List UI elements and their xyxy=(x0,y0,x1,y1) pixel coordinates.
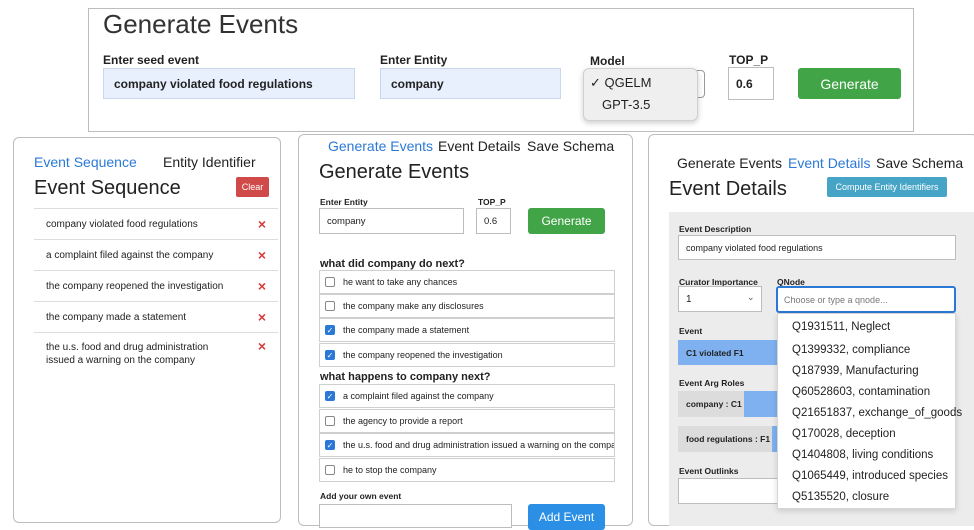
qnode-option[interactable]: Q1399332, compliance xyxy=(792,344,910,356)
model-dropdown: ✓ QGELM GPT-3.5 xyxy=(583,68,698,121)
list-item[interactable]: he want to take any chances xyxy=(319,270,615,294)
qnode-option[interactable]: Q1931511, Neglect xyxy=(792,321,890,333)
model-option-gpt35[interactable]: GPT-3.5 xyxy=(602,97,650,112)
x-icon[interactable]: × xyxy=(258,216,266,232)
x-icon[interactable]: × xyxy=(258,278,266,294)
tab-generate-events[interactable]: Generate Events xyxy=(328,138,433,154)
list-item[interactable]: the company make any disclosures xyxy=(319,294,615,318)
list-item[interactable]: ✓ the company reopened the investigation xyxy=(319,343,615,367)
next-list: he want to take any chances the company … xyxy=(319,270,615,368)
list-item[interactable]: the agency to provide a report xyxy=(319,409,615,433)
top-p-label: TOP_P xyxy=(729,53,769,67)
list-item: the u.s. food and drug administration is… xyxy=(34,332,278,376)
list-item: the company reopened the investigation × xyxy=(34,270,278,301)
checkbox-icon[interactable] xyxy=(325,277,335,287)
event-label: Event xyxy=(679,326,703,336)
tab-event-details[interactable]: Event Details xyxy=(438,138,520,154)
qnode-option[interactable]: Q1404808, living conditions xyxy=(792,449,933,461)
list-item[interactable]: ✓ the u.s. food and drug administration i… xyxy=(319,433,615,457)
event-sequence-list: company violated food regulations × a com… xyxy=(34,208,278,380)
event-value[interactable]: C1 violated F1 xyxy=(678,340,778,365)
generate-events-title: Generate Events xyxy=(319,161,470,183)
qnode-option[interactable]: Q5135520, closure xyxy=(792,491,889,503)
happens-list: ✓ a complaint filed against the company t… xyxy=(319,384,615,482)
model-label: Model xyxy=(590,54,625,68)
happens-heading: what happens to company next? xyxy=(320,371,491,383)
list-item[interactable]: ✓ a complaint filed against the company xyxy=(319,384,615,408)
seed-input[interactable]: company violated food regulations xyxy=(103,68,355,99)
seed-label: Enter seed event xyxy=(103,53,200,67)
desc-input[interactable]: company violated food regulations xyxy=(678,235,956,260)
chevron-down-icon: ⌄ xyxy=(747,292,755,302)
x-icon[interactable]: × xyxy=(258,309,266,325)
event-sequence-title: Event Sequence xyxy=(34,177,181,199)
model-option-qgelm[interactable]: ✓ QGELM xyxy=(590,75,652,91)
list-item[interactable]: he to stop the company xyxy=(319,458,615,482)
list-item: a complaint filed against the company × xyxy=(34,239,278,270)
outlinks-input[interactable] xyxy=(678,478,778,504)
checkbox-icon[interactable]: ✓ xyxy=(325,440,335,450)
qnode-dropdown: Q1931511, Neglect Q1399332, compliance Q… xyxy=(777,313,962,509)
add-event-button[interactable]: Add Event xyxy=(528,504,605,530)
x-icon[interactable]: × xyxy=(258,247,266,263)
list-item[interactable]: ✓ the company made a statement xyxy=(319,318,615,342)
top-p-input[interactable]: 0.6 xyxy=(728,67,774,100)
next-heading: what did company do next? xyxy=(320,258,465,270)
mid-top-p-input[interactable]: 0.6 xyxy=(476,208,511,234)
outlinks-label: Event Outlinks xyxy=(679,466,739,476)
generate-button[interactable]: Generate xyxy=(798,68,901,99)
checkbox-icon[interactable] xyxy=(325,301,335,311)
event-details-title: Event Details xyxy=(669,178,787,200)
tab-save-schema[interactable]: Save Schema xyxy=(527,138,614,154)
check-icon: ✓ xyxy=(590,75,601,90)
tab-save-schema[interactable]: Save Schema xyxy=(876,155,963,171)
checkbox-icon[interactable] xyxy=(325,465,335,475)
mid-generate-button[interactable]: Generate xyxy=(528,208,605,234)
list-item: the company made a statement × xyxy=(34,301,278,332)
entity-label: Enter Entity xyxy=(380,53,448,67)
tab-entity-identifier[interactable]: Entity Identifier xyxy=(163,154,256,170)
checkbox-icon[interactable]: ✓ xyxy=(325,325,335,335)
mid-top-p-label: TOP_P xyxy=(478,197,506,207)
qnode-option[interactable]: Q170028, deception xyxy=(792,428,896,440)
arg-role-chip: food regulations : F1 xyxy=(678,426,772,452)
tab-event-sequence[interactable]: Event Sequence xyxy=(34,154,137,170)
checkbox-icon[interactable]: ✓ xyxy=(325,350,335,360)
tab-event-details[interactable]: Event Details xyxy=(788,155,870,171)
arg-role-value[interactable] xyxy=(744,391,780,417)
qnode-option[interactable]: Q187939, Manufacturing xyxy=(792,365,919,377)
x-icon[interactable]: × xyxy=(258,338,266,354)
checkbox-icon[interactable] xyxy=(325,416,335,426)
qnode-option[interactable]: Q60528603, contamination xyxy=(792,386,930,398)
qnode-input[interactable]: Choose or type a qnode... xyxy=(776,286,956,313)
desc-label: Event Description xyxy=(679,224,752,234)
compute-identifiers-button[interactable]: Compute Entity Identifiers xyxy=(827,177,947,197)
mid-entity-input[interactable]: company xyxy=(319,208,464,234)
arg-role-chip: company : C1 xyxy=(678,391,744,417)
list-item: company violated food regulations × xyxy=(34,208,278,239)
add-event-label: Add your own event xyxy=(320,491,402,501)
qnode-option[interactable]: Q1065449, introduced species xyxy=(792,470,948,482)
checkbox-icon[interactable]: ✓ xyxy=(325,391,335,401)
clear-button[interactable]: Clear xyxy=(236,177,269,197)
qnode-option[interactable]: Q21651837, exchange_of_goods xyxy=(792,407,962,419)
arg-roles-label: Event Arg Roles xyxy=(679,378,745,388)
tab-generate-events[interactable]: Generate Events xyxy=(677,155,782,171)
add-event-input[interactable] xyxy=(319,504,512,528)
top-title: Generate Events xyxy=(103,9,299,39)
entity-input[interactable]: company xyxy=(380,68,561,99)
mid-entity-label: Enter Entity xyxy=(320,197,368,207)
